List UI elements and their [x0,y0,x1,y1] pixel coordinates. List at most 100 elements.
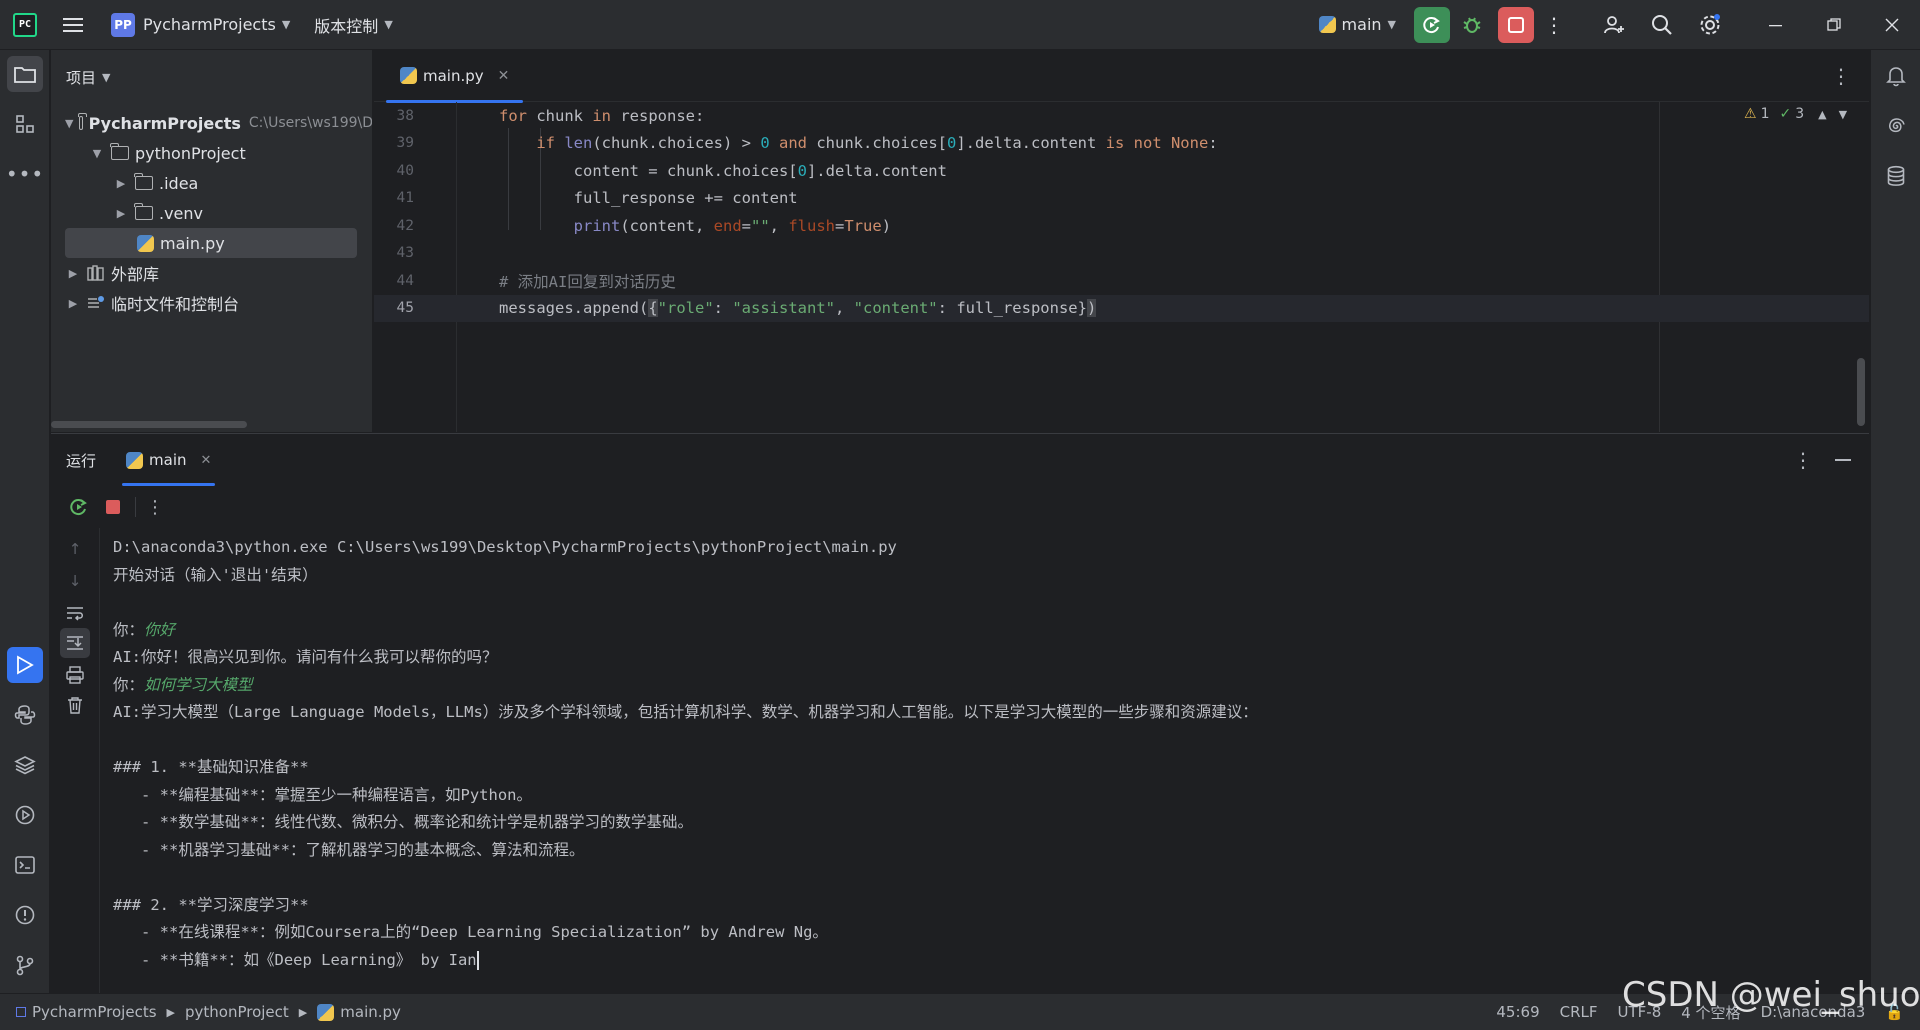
stop-button[interactable] [1498,6,1534,43]
scroll-to-end-button[interactable] [60,628,90,658]
console-line: D:\anaconda3\python.exe C:\Users\ws199\D… [113,538,897,556]
python-console-button[interactable] [7,697,43,733]
editor-vertical-scrollbar[interactable] [1857,358,1865,426]
debug-button[interactable] [1454,7,1490,43]
close-icon [1885,18,1899,31]
breadcrumb-item[interactable]: PycharmProjects [32,1003,157,1021]
run-panel-header: 运行 main ✕ ⋮ [51,434,1869,486]
git-button[interactable] [7,947,43,983]
code-text: full_response += content [499,189,798,208]
close-tab-icon[interactable]: ✕ [498,68,510,84]
hide-panel-icon[interactable] [1835,459,1851,461]
bug-icon [1463,17,1481,33]
close-tab-icon[interactable]: ✕ [201,453,212,468]
tree-item-external-libs[interactable]: ▶ 外部库 [51,258,372,288]
rerun-icon [70,499,87,516]
more-actions-button[interactable]: ⋮ [1536,7,1572,43]
editor-tabs-more-icon[interactable]: ⋮ [1831,64,1851,88]
main-menu-button[interactable] [55,7,91,43]
line-number: 44 [396,272,414,289]
more-tools-button[interactable]: ••• [6,156,43,192]
console-line: - **数学基础**：线性代数、微积分、概率论和统计学是机器学习的数学基础。 [113,813,693,831]
services-button[interactable] [7,797,43,833]
code-line[interactable]: 39 if len(chunk.choices) > 0 and chunk.c… [374,130,1869,158]
scroll-up-button[interactable]: ↑ [60,534,90,564]
horizontal-scrollbar[interactable] [51,421,247,428]
tree-item-path: C:\Users\ws199\D [248,115,373,131]
code-line[interactable]: 44 # 添加AI回复到对话历史 [374,267,1869,295]
notifications-button[interactable] [1878,58,1914,94]
left-tool-stripe: ••• [0,50,50,993]
minimize-button[interactable] [1758,7,1794,43]
run-tab-main[interactable]: main ✕ [122,434,216,486]
scroll-down-button[interactable]: ↓ [60,566,90,596]
arrow-down-icon: ↓ [68,572,82,590]
chevron-right-icon: ▶ [116,176,126,190]
close-window-button[interactable] [1874,7,1910,43]
console-output[interactable]: D:\anaconda3\python.exe C:\Users\ws199\D… [113,534,1853,974]
tree-item-pythonproject[interactable]: ▼ pythonProject [51,138,372,168]
editor-tab-main-py[interactable]: main.py ✕ [386,50,524,103]
rerun-button[interactable] [65,493,93,521]
project-switcher[interactable]: PP PycharmProjects ▼ [103,8,298,42]
printer-icon [66,666,84,684]
run-panel-more-icon[interactable]: ⋮ [1793,448,1813,472]
code-line[interactable]: 41 full_response += content [374,185,1869,213]
clear-all-button[interactable] [60,690,90,720]
code-line[interactable]: 40 content = chunk.choices[0].delta.cont… [374,157,1869,185]
code-line[interactable]: 38 for chunk in response: [374,102,1869,130]
user-input: 如何学习大模型 [144,675,253,694]
run-toolbar-more-icon[interactable]: ⋮ [146,497,164,518]
code-comment: # 添加AI回复到对话历史 [499,272,676,291]
stop-icon [1508,16,1524,33]
console-line: ### 2. **学习深度学习** [113,895,309,914]
ai-assistant-button[interactable] [1878,108,1914,144]
search-everywhere-button[interactable] [1644,7,1680,43]
caret-position[interactable]: 45:69 [1496,1003,1539,1021]
code-line-current[interactable]: 45 messages.append({"role": "assistant",… [374,294,1869,322]
minimize-icon [1769,24,1782,26]
python-packages-button[interactable] [7,747,43,783]
code-line[interactable]: 42 print(content, end="", flush=True) [374,212,1869,240]
terminal-button[interactable] [7,847,43,883]
code-line[interactable]: 43 [374,240,1869,268]
vcs-menu[interactable]: 版本控制 ▼ [306,8,400,42]
chevron-down-icon: ▼ [281,18,291,31]
text-caret [476,950,479,970]
tree-item-idea[interactable]: ▶ .idea [51,168,372,198]
problems-button[interactable] [7,897,43,933]
stop-run-button[interactable] [99,493,127,521]
code-text: messages.append({"role": "assistant", "c… [499,299,1097,318]
chevron-down-icon: ▼ [92,146,102,160]
layers-icon [14,756,36,775]
tree-item-venv[interactable]: ▶ .venv [51,198,372,228]
tree-item-main-py[interactable]: main.py [65,228,357,258]
library-icon [87,265,104,281]
chevron-right-icon: ▶ [166,1005,175,1019]
scroll-to-end-icon [67,636,83,650]
code-text: for chunk in response: [499,106,705,125]
restore-button[interactable] [1816,7,1852,43]
tree-item-label: PycharmProjects [88,113,241,133]
run-config-selector[interactable]: main ▼ [1311,8,1404,42]
title-bar: PC PP PycharmProjects ▼ 版本控制 ▼ main ▼ ⋮ [0,0,1920,50]
run-tool-button[interactable] [7,647,43,683]
chevron-right-icon: ▶ [68,266,78,280]
soft-wrap-button[interactable] [60,598,90,628]
project-panel-header[interactable]: 项目 ▼ [51,50,372,104]
structure-tool-button[interactable] [7,106,43,142]
breadcrumb-item[interactable]: pythonProject [185,1003,289,1021]
settings-button[interactable] [1692,7,1728,43]
code-with-me-button[interactable] [1596,7,1632,43]
database-button[interactable] [1878,158,1914,194]
rerun-button[interactable] [1414,6,1450,43]
breadcrumb-item[interactable]: main.py [340,1003,401,1021]
console-line: 你：你好 [113,617,1853,645]
tree-item-scratches[interactable]: ▶ 临时文件和控制台 [51,288,372,318]
tree-item-root[interactable]: ▼ PycharmProjects C:\Users\ws199\D [51,108,373,138]
project-tool-button[interactable] [7,56,43,92]
line-separator[interactable]: CRLF [1560,1003,1598,1021]
print-button[interactable] [60,660,90,690]
hamburger-icon [63,17,83,32]
